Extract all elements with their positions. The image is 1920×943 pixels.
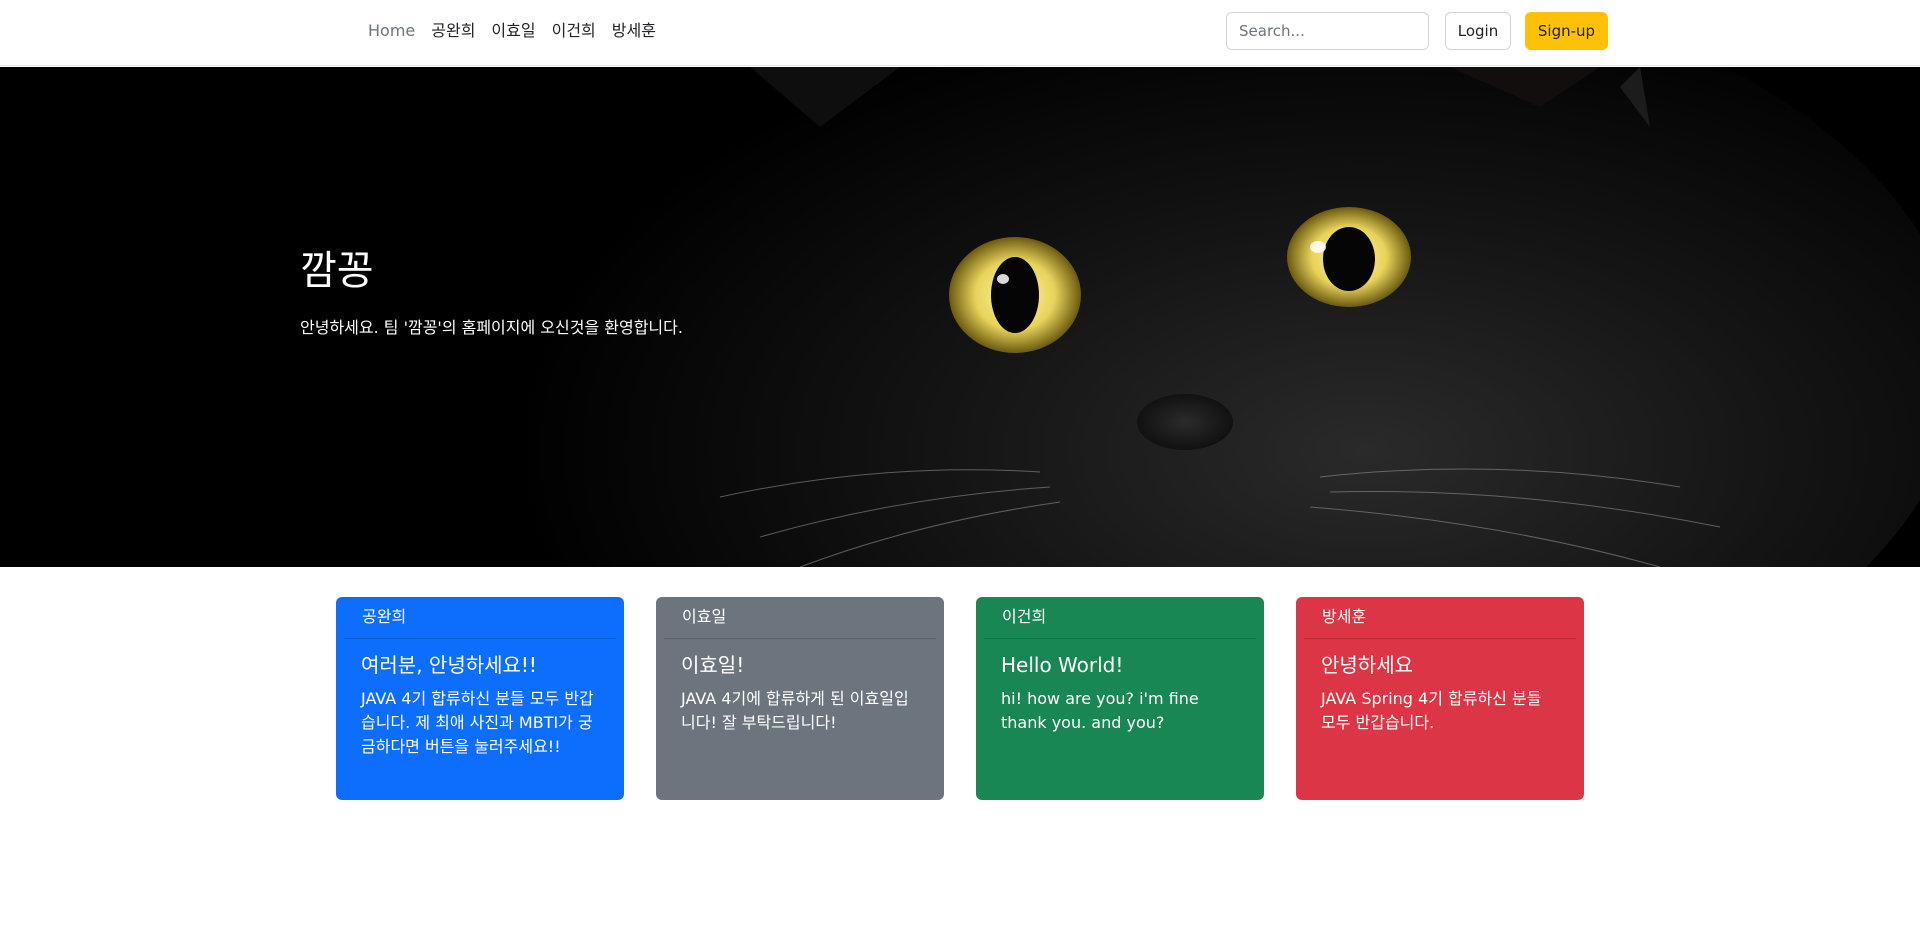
nav-link-lee-geonhee[interactable]: 이건희 xyxy=(552,20,596,42)
card-header: 공완희 xyxy=(344,597,616,639)
nav-link-bang[interactable]: 방세훈 xyxy=(612,20,656,42)
nav-link-gong[interactable]: 공완희 xyxy=(431,20,475,42)
card-header: 이건희 xyxy=(984,597,1256,639)
card-gong: 공완희 여러분, 안녕하세요!! JAVA 4기 합류하신 분들 모두 반갑습니… xyxy=(336,597,624,800)
nav-link-home[interactable]: Home xyxy=(368,20,415,42)
card-title: 여러분, 안녕하세요!! xyxy=(361,653,537,677)
card-text: JAVA 4기에 합류하게 된 이효일입니다! 잘 부탁드립니다! xyxy=(681,689,909,732)
nav-link-lee-hyoil[interactable]: 이효일 xyxy=(491,20,535,42)
hero-banner: 깜꽁 안녕하세요. 팀 '깜꽁'의 홈페이지에 오신것을 환영합니다. xyxy=(0,67,1920,567)
login-button[interactable]: Login xyxy=(1445,12,1511,50)
card-lee-geonhee: 이건희 Hello World! hi! how are you? i'm fi… xyxy=(976,597,1264,800)
hero-title: 깜꽁 xyxy=(300,248,374,294)
card-text: JAVA Spring 4기 합류하신 분들 모두 반갑습니다. xyxy=(1321,689,1542,732)
card-text: hi! how are you? i'm fine thank you. and… xyxy=(1001,689,1199,732)
card-bang: 방세훈 안녕하세요 JAVA Spring 4기 합류하신 분들 모두 반갑습니… xyxy=(1296,597,1584,800)
card-title: 이효일! xyxy=(681,653,745,677)
member-cards: 공완희 여러분, 안녕하세요!! JAVA 4기 합류하신 분들 모두 반갑습니… xyxy=(336,597,1586,800)
card-title: Hello World! xyxy=(1001,653,1124,677)
search-input[interactable] xyxy=(1226,12,1429,50)
signup-button[interactable]: Sign-up xyxy=(1525,12,1608,50)
hero-subtitle: 안녕하세요. 팀 '깜꽁'의 홈페이지에 오신것을 환영합니다. xyxy=(300,318,683,337)
card-header: 방세훈 xyxy=(1304,597,1576,639)
black-cat-image xyxy=(0,67,1920,567)
nav-links: Home 공완희 이효일 이건희 방세훈 xyxy=(368,20,656,42)
card-text: JAVA 4기 합류하신 분들 모두 반갑습니다. 제 최애 사진과 MBTI가… xyxy=(361,689,594,756)
card-lee-hyoil: 이효일 이효일! JAVA 4기에 합류하게 된 이효일입니다! 잘 부탁드립니… xyxy=(656,597,944,800)
card-title: 안녕하세요 xyxy=(1321,653,1413,677)
card-header: 이효일 xyxy=(664,597,936,639)
top-navbar: Home 공완희 이효일 이건희 방세훈 Login Sign-up xyxy=(0,0,1920,66)
